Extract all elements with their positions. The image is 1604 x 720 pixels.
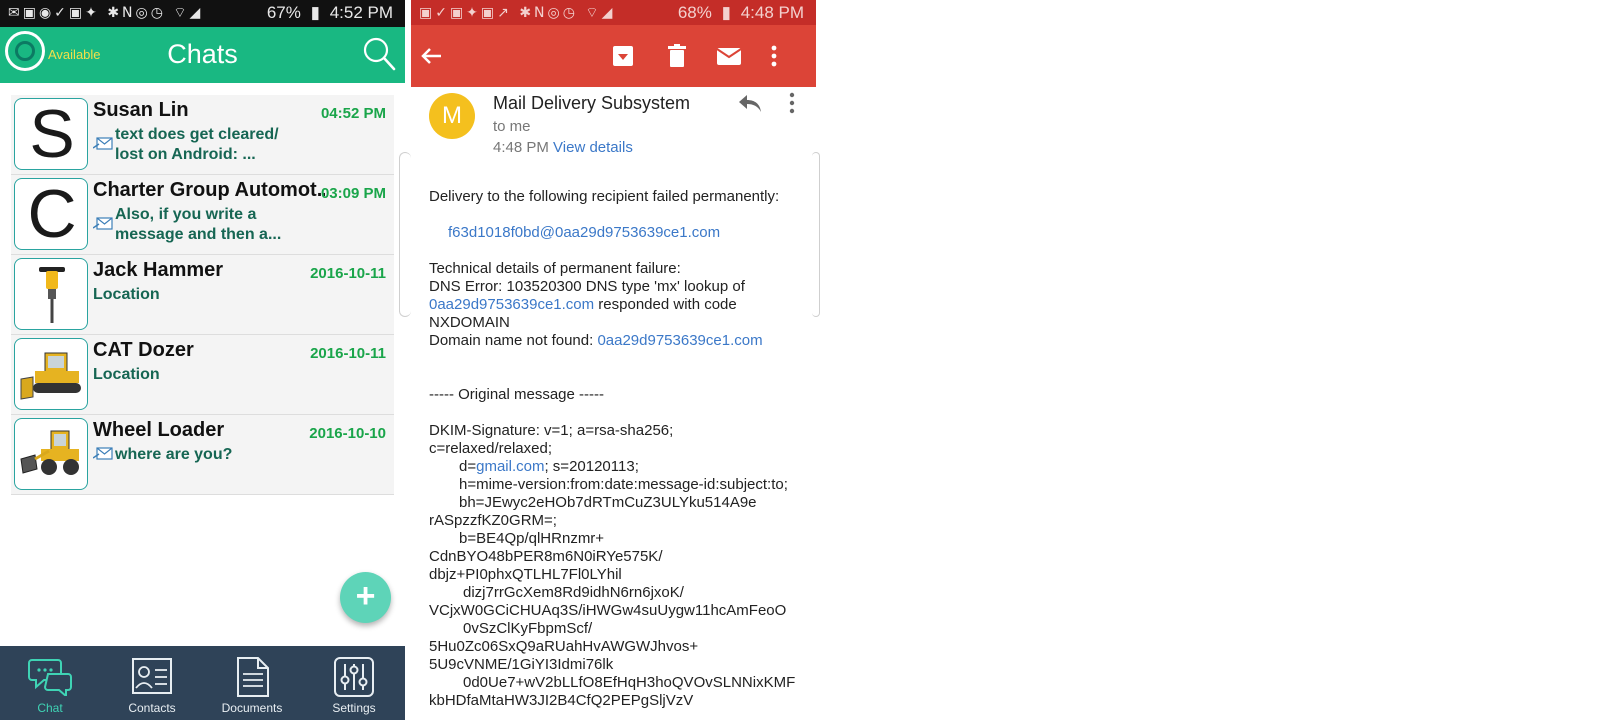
chat-preview: Also, if you write a message and then a..… (115, 206, 282, 243)
status-bar: ▣✓▣✦▣↗ ✱N◎◷ ⌔◢ 68% ▮ 4:48 PM (411, 0, 816, 25)
avatar: S (14, 98, 88, 170)
avatar (14, 338, 88, 410)
chat-time: 2016-10-11 (310, 345, 386, 362)
chat-icon (28, 659, 72, 696)
avatar: C (14, 178, 88, 250)
document-icon (237, 657, 269, 697)
chat-time: 2016-10-11 (310, 265, 386, 282)
chat-row[interactable]: S Susan Lin 04:52 PM text does get clear… (11, 95, 394, 175)
email-body: Delivery to the following recipient fail… (429, 188, 796, 709)
mark-unread-icon[interactable] (714, 41, 744, 71)
chat-list: S Susan Lin 04:52 PM text does get clear… (11, 95, 394, 495)
status-bar: ✉▣◉✓▣✦ ✱N◎◷ ⌔◢ 67% ▮ 4:52 PM (0, 0, 405, 27)
tab-documents[interactable]: Documents (202, 646, 302, 720)
page-title: Chats (167, 39, 238, 69)
battery-icon: ▮ (310, 3, 320, 22)
chat-preview: Location (93, 366, 160, 383)
message-time: 4:48 PM View details (493, 139, 633, 156)
more-vert-icon[interactable] (770, 41, 800, 71)
chat-time: 04:52 PM (320, 105, 386, 122)
chat-name: Wheel Loader (93, 419, 225, 441)
recipient-summary: to me (493, 118, 531, 135)
archive-icon[interactable] (608, 41, 638, 71)
tab-settings[interactable]: Settings (304, 646, 404, 720)
chat-app-screen: ✉▣◉✓▣✦ ✱N◎◷ ⌔◢ 67% ▮ 4:52 PM Available C… (0, 0, 405, 720)
chat-row[interactable]: Wheel Loader 2016-10-10 where are you? (11, 415, 394, 495)
reply-icon[interactable] (737, 92, 763, 114)
app-bar: Available Chats (0, 27, 405, 83)
message-sent-icon (93, 447, 113, 460)
chat-name: Susan Lin (93, 99, 189, 121)
email-app-screen: ▣✓▣✦▣↗ ✱N◎◷ ⌔◢ 68% ▮ 4:48 PM M Mail Deli… (411, 0, 816, 720)
chat-preview: text does get cleared/lost on Android: .… (115, 126, 279, 163)
chat-name: CAT Dozer (93, 339, 194, 361)
message-sent-icon (93, 217, 113, 230)
jackhammer-icon (39, 267, 65, 323)
search-icon[interactable] (362, 36, 396, 72)
battery-level: 67% (266, 3, 301, 22)
notification-icons: ✉▣◉✓▣✦ ✱N◎◷ ⌔◢ (8, 5, 204, 21)
bottom-nav: Chat Contacts Documents Settings (0, 646, 405, 720)
chat-time: 03:09 PM (320, 185, 386, 202)
chat-row[interactable]: C Charter Group Automot... 03:09 PM Also… (11, 175, 394, 255)
divider (399, 152, 411, 317)
recipient-email-link[interactable]: f63d1018f0bd@0aa29d9753639ce1.com (448, 224, 720, 241)
back-arrow-icon[interactable] (417, 41, 447, 71)
domain-link[interactable]: 0aa29d9753639ce1.com (597, 332, 762, 349)
settings-sliders-icon (334, 657, 374, 697)
chat-name: Jack Hammer (93, 259, 224, 281)
chat-row[interactable]: Jack Hammer 2016-10-11 Location (11, 255, 394, 335)
chat-time: 2016-10-10 (309, 425, 386, 442)
chat-preview: where are you? (115, 446, 233, 463)
avatar (14, 418, 88, 490)
battery-icon: ▮ (721, 3, 731, 22)
divider (812, 152, 820, 317)
dozer-icon (20, 352, 81, 400)
chat-row[interactable]: CAT Dozer 2016-10-11 Location (11, 335, 394, 415)
chat-preview: Location (93, 286, 160, 303)
message-sent-icon (93, 137, 113, 150)
tab-chat[interactable]: Chat (0, 646, 100, 720)
wheel-loader-icon (20, 430, 79, 475)
new-chat-button[interactable]: + (340, 572, 391, 623)
chat-name: Charter Group Automot... (93, 179, 325, 201)
sender-name: Mail Delivery Subsystem (493, 93, 691, 113)
sender-avatar[interactable]: M (429, 93, 475, 139)
delete-icon[interactable] (662, 41, 692, 71)
view-details-link[interactable]: View details (553, 139, 633, 156)
gmail-link[interactable]: gmail.com (476, 458, 544, 475)
clock: 4:48 PM (740, 3, 804, 22)
battery-level: 68% (677, 3, 712, 22)
avatar (14, 258, 88, 330)
tab-contacts[interactable]: Contacts (102, 646, 202, 720)
notification-icons: ▣✓▣✦▣↗ ✱N◎◷ ⌔◢ (419, 5, 616, 21)
domain-link[interactable]: 0aa29d9753639ce1.com (429, 296, 594, 313)
more-vert-icon[interactable] (788, 92, 796, 114)
clock: 4:52 PM (329, 3, 393, 22)
action-bar (411, 25, 816, 87)
contacts-icon (132, 658, 172, 694)
